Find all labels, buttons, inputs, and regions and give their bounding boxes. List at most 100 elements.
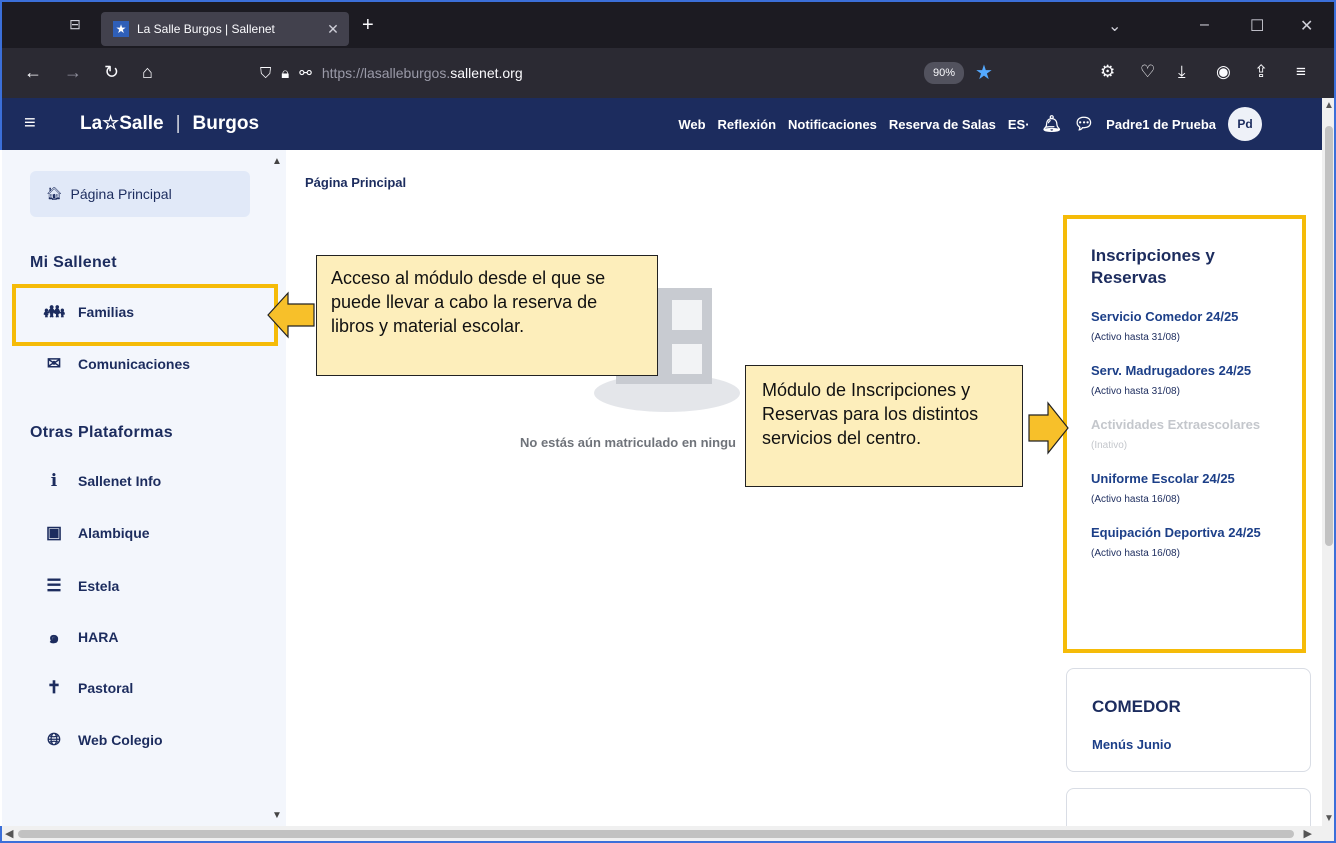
panel-item-name: Actividades Extraescolares: [1091, 417, 1261, 432]
inscripciones-panel: Inscripciones y Reservas Servicio Comedo…: [1063, 215, 1306, 653]
sidebar-item-label: Pastoral: [78, 680, 134, 696]
sidebar-home-button[interactable]: 🏠︎ Página Principal: [30, 171, 250, 217]
forward-icon[interactable]: →: [64, 62, 82, 82]
panel-item-madrugadores[interactable]: Serv. Madrugadores 24/25 (Activo hasta 3…: [1091, 363, 1302, 397]
menu-web[interactable]: Web: [678, 117, 705, 132]
sidebar-item-label: Estela: [78, 578, 120, 594]
sidebar-item-web-colegio[interactable]: 🌐︎ Web Colegio: [42, 725, 163, 755]
sidebar-item-alambique[interactable]: ▣ Alambique: [42, 518, 150, 548]
sidebar-scroll-down-icon[interactable]: ▼: [272, 810, 282, 821]
menu-reserva-salas[interactable]: Reserva de Salas: [889, 117, 996, 132]
zoom-level-badge[interactable]: 90%: [924, 62, 964, 84]
communications-icon: ✉: [46, 354, 62, 373]
sidebar-item-sallenet-info[interactable]: i Sallenet Info: [42, 466, 161, 496]
reload-icon[interactable]: ↻: [104, 62, 119, 82]
url-host: sallenet.org: [450, 65, 523, 81]
estela-icon: ☰: [46, 576, 62, 595]
panel-item-status: (Activo hasta 31/08): [1091, 386, 1180, 397]
menu-reflexion[interactable]: Reflexión: [718, 117, 777, 132]
vertical-scrollbar[interactable]: ▲ ▼: [1322, 98, 1336, 826]
tab-close-icon[interactable]: ✕: [323, 21, 343, 38]
panel-item-extraescolares: Actividades Extraescolares (Inativo): [1091, 417, 1302, 451]
panel-item-name: Equipación Deportiva 24/25: [1091, 525, 1261, 540]
sidebar-scroll-up-icon[interactable]: ▲: [272, 156, 282, 167]
top-menu: Web Reflexión Notificaciones Reserva de …: [666, 98, 1262, 150]
sidebar-item-label: Alambique: [78, 525, 150, 541]
browser-nav-bar: ← → ↻ ⌂ ⛉ 🔒︎ ⚯ https://lasalleburgos. sal…: [0, 48, 1336, 98]
chevron-down-icon[interactable]: ⌄: [1108, 16, 1121, 36]
scroll-up-icon[interactable]: ▲: [1324, 100, 1334, 111]
new-tab-icon[interactable]: +: [362, 14, 374, 37]
panel-item-status: (Activo hasta 31/08): [1091, 332, 1180, 343]
alambique-icon: ▣: [45, 523, 63, 542]
bell-icon[interactable]: 🔔︎: [1042, 114, 1062, 134]
hamburger-menu-icon[interactable]: ≡: [24, 112, 36, 135]
panel-item-comedor[interactable]: Servicio Comedor 24/25 (Activo hasta 31/…: [1091, 309, 1302, 343]
logo-burgos: Burgos: [192, 112, 260, 134]
panel-item-name: Uniforme Escolar 24/25: [1091, 471, 1235, 486]
pastoral-icon: ✝: [46, 678, 62, 697]
breadcrumb: Página Principal: [305, 175, 407, 190]
sidebar-item-label: Sallenet Info: [78, 473, 162, 489]
tab-list-icon[interactable]: ⊟: [64, 16, 86, 38]
logo-separator: |: [175, 112, 181, 134]
share-icon[interactable]: ⇪: [1254, 62, 1268, 82]
scroll-thumb[interactable]: [18, 830, 1294, 838]
illustration-cell: [672, 344, 702, 374]
menu-icon[interactable]: ≡: [1296, 62, 1306, 82]
sidebar-item-hara[interactable]: ๑ HARA: [42, 622, 119, 652]
scroll-down-icon[interactable]: ▼: [1324, 813, 1334, 824]
sidebar-item-pastoral[interactable]: ✝ Pastoral: [42, 673, 133, 703]
browser-tab-bar: ⊟ ★ La Salle Burgos | Sallenet ✕ + ⌄ – ☐…: [0, 0, 1336, 48]
menu-notificaciones[interactable]: Notificaciones: [788, 117, 877, 132]
logo-lasalle: La☆Salle: [80, 113, 164, 134]
comedor-menu-link[interactable]: Menús Junio: [1092, 737, 1310, 752]
right-arrow-icon: [1028, 401, 1069, 455]
section-title-otras-plataformas: Otras Plataformas: [30, 424, 173, 441]
close-window-icon[interactable]: ✕: [1300, 16, 1313, 36]
site-favicon-icon: ★: [113, 21, 129, 37]
shield-icon: ⛉: [260, 64, 272, 82]
back-icon[interactable]: ←: [24, 62, 42, 82]
panel-item-name: Servicio Comedor 24/25: [1091, 309, 1239, 324]
tab-title: La Salle Burgos | Sallenet: [137, 22, 275, 36]
site-logo[interactable]: La☆Salle | Burgos: [80, 112, 259, 135]
horizontal-scrollbar[interactable]: ◀ ▶: [0, 826, 1336, 843]
scroll-thumb[interactable]: [1325, 126, 1333, 546]
panel-item-status: (Inativo): [1091, 440, 1128, 451]
account-icon[interactable]: ◉: [1216, 62, 1231, 82]
panel-item-uniforme[interactable]: Uniforme Escolar 24/25 (Activo hasta 16/…: [1091, 471, 1302, 505]
home-icon: 🏠︎: [46, 186, 63, 201]
sidebar-item-label: Web Colegio: [78, 732, 163, 748]
scroll-right-icon[interactable]: ▶: [1304, 827, 1312, 840]
empty-state-message: No estás aún matriculado en ninguna: [520, 435, 736, 450]
pocket-icon[interactable]: ♡: [1140, 62, 1155, 82]
language-selector[interactable]: ES·: [1008, 117, 1030, 132]
info-icon: i: [50, 471, 58, 491]
hara-icon: ๑: [48, 627, 60, 647]
download-icon[interactable]: ⤓: [1178, 62, 1186, 82]
home-icon[interactable]: ⌂: [142, 62, 153, 82]
sidebar-home-label: Página Principal: [70, 186, 172, 202]
minimize-icon[interactable]: –: [1200, 16, 1209, 34]
user-name[interactable]: Padre1 de Prueba: [1106, 117, 1216, 132]
comedor-card: COMEDOR Menús Junio: [1066, 668, 1311, 772]
scroll-left-icon[interactable]: ◀: [5, 827, 13, 840]
bookmark-star-icon[interactable]: ★: [975, 60, 993, 85]
sidebar-item-comunicaciones[interactable]: ✉ Comunicaciones: [42, 349, 190, 379]
chat-icon[interactable]: 💬︎: [1074, 114, 1094, 134]
left-arrow-icon: [267, 291, 315, 339]
site-header: ≡ La☆Salle | Burgos Web Reflexión Notifi…: [0, 98, 1322, 150]
panel-item-status: (Activo hasta 16/08): [1091, 548, 1180, 559]
extensions-icon[interactable]: ⚙: [1100, 62, 1115, 82]
panel-item-equipacion[interactable]: Equipación Deportiva 24/25 (Activo hasta…: [1091, 525, 1302, 559]
illustration-cell: [672, 300, 702, 330]
familias-highlight-box: [12, 284, 278, 346]
sidebar-item-estela[interactable]: ☰ Estela: [42, 571, 119, 601]
browser-tab[interactable]: ★ La Salle Burgos | Sallenet ✕: [101, 12, 349, 46]
url-bar[interactable]: ⛉ 🔒︎ ⚯ https://lasalleburgos. sallenet.or…: [260, 58, 1010, 88]
panel-title: Inscripciones y Reservas: [1091, 246, 1215, 287]
maximize-icon[interactable]: ☐: [1250, 16, 1264, 36]
avatar[interactable]: Pd: [1228, 107, 1262, 141]
comedor-title: COMEDOR: [1092, 697, 1181, 716]
